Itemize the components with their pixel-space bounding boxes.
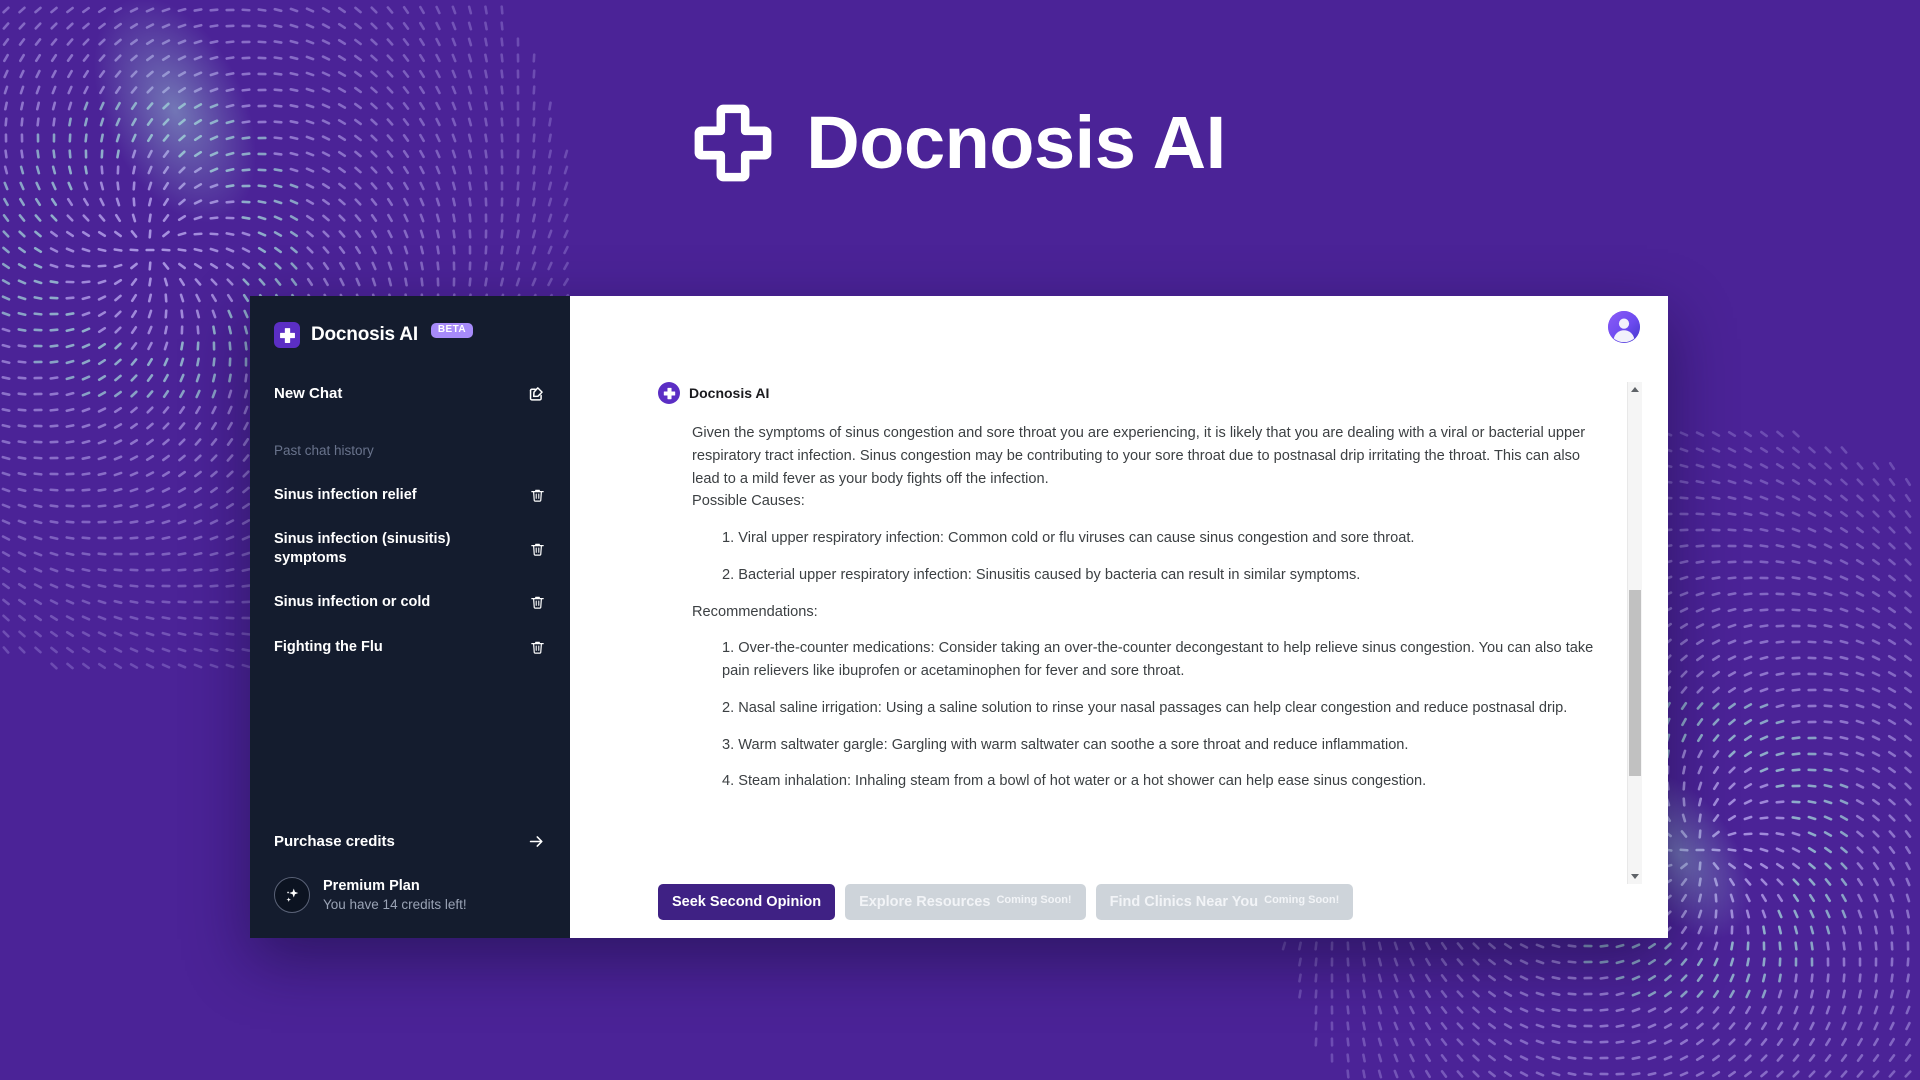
- past-chat-history-label: Past chat history: [274, 443, 374, 458]
- hero-header: Docnosis AI: [0, 104, 1920, 182]
- sidebar-brand-name: Docnosis AI: [311, 324, 418, 345]
- recommendation-item: 3. Warm saltwater gargle: Gargling with …: [722, 736, 1409, 753]
- sidebar-brand: Docnosis AI BETA: [274, 322, 546, 348]
- scroll-down-arrow-icon[interactable]: [1628, 869, 1642, 884]
- trash-icon[interactable]: [529, 639, 546, 656]
- scrollbar-thumb[interactable]: [1629, 590, 1641, 776]
- beta-badge: BETA: [430, 323, 473, 338]
- main-topbar: [570, 296, 1668, 358]
- medical-cross-icon: [658, 382, 680, 404]
- chat-area: Docnosis AI Given the symptoms of sinus …: [570, 358, 1668, 884]
- trash-icon[interactable]: [529, 541, 546, 558]
- new-chat-label: New Chat: [274, 385, 343, 402]
- history-item-title: Sinus infection relief: [274, 487, 417, 503]
- message-body: Given the symptoms of sinus congestion a…: [658, 422, 1610, 793]
- coming-soon-badge: Coming Soon!: [996, 893, 1072, 906]
- explore-resources-button[interactable]: Explore Resources Coming Soon!: [845, 883, 1086, 920]
- main-panel: Docnosis AI Given the symptoms of sinus …: [570, 296, 1668, 938]
- scroll-up-arrow-icon[interactable]: [1628, 382, 1642, 397]
- seek-second-opinion-button[interactable]: Seek Second Opinion: [658, 883, 836, 920]
- trash-icon[interactable]: [529, 594, 546, 611]
- list-item[interactable]: Sinus infection relief: [274, 478, 546, 513]
- message-header: Docnosis AI: [658, 382, 1610, 404]
- page-title: Docnosis AI: [806, 101, 1226, 184]
- plan-credits: You have 14 credits left!: [323, 896, 467, 912]
- app-window: Docnosis AI BETA New Chat Past chat hist…: [250, 296, 1668, 938]
- history-item-title: Sinus infection or cold: [274, 594, 431, 611]
- history-item-title: Sinus infection (sinusitis) symptoms: [274, 531, 451, 567]
- plan-text-group: Premium Plan You have 14 credits left!: [323, 877, 467, 914]
- edit-square-pencil-icon[interactable]: [527, 384, 546, 403]
- possible-causes-heading: Possible Causes:: [692, 493, 805, 510]
- chat-scroll-container: Docnosis AI Given the symptoms of sinus …: [570, 358, 1668, 884]
- page-root: Docnosis AI Docnosis AI BETA New Chat Pa…: [0, 0, 1920, 1080]
- plan-name: Premium Plan: [323, 877, 420, 894]
- message-intro: Given the symptoms of sinus congestion a…: [692, 425, 1586, 487]
- list-item[interactable]: Sinus infection (sinusitis) symptoms: [274, 522, 546, 576]
- arrow-right-icon[interactable]: [527, 832, 546, 851]
- list-item[interactable]: Fighting the Flu: [274, 630, 546, 665]
- message-author: Docnosis AI: [689, 385, 770, 401]
- medical-cross-icon: [694, 104, 772, 182]
- sidebar-item-new-chat[interactable]: New Chat: [274, 384, 546, 403]
- cause-item: 1. Viral upper respiratory infection: Co…: [722, 530, 1415, 547]
- recommendations-heading: Recommendations:: [692, 603, 818, 620]
- history-item-title: Fighting the Flu: [274, 638, 383, 655]
- purchase-credits-label: Purchase credits: [274, 832, 395, 850]
- sidebar: Docnosis AI BETA New Chat Past chat hist…: [250, 296, 570, 938]
- recommendation-item: 4. Steam inhalation: Inhaling steam from…: [722, 773, 1427, 790]
- button-label: Find Clinics Near You: [1109, 893, 1259, 910]
- chat-history-list: Sinus infection relief Sinus infection (…: [274, 478, 546, 674]
- premium-plan-card[interactable]: Premium Plan You have 14 credits left!: [274, 877, 546, 914]
- trash-icon[interactable]: [529, 487, 546, 504]
- list-item[interactable]: Sinus infection or cold: [274, 585, 546, 620]
- sparkle-icon: [274, 877, 310, 914]
- button-label: Seek Second Opinion: [672, 893, 822, 910]
- recommendation-item: 1. Over-the-counter medications: Conside…: [722, 640, 1594, 680]
- find-clinics-near-you-button[interactable]: Find Clinics Near You Coming Soon!: [1095, 883, 1354, 920]
- cause-item: 2. Bacterial upper respiratory infection…: [722, 566, 1361, 583]
- user-avatar-icon[interactable]: [1608, 311, 1640, 343]
- coming-soon-badge: Coming Soon!: [1264, 893, 1340, 906]
- vertical-scrollbar[interactable]: [1627, 382, 1642, 884]
- action-button-row: Seek Second Opinion Explore Resources Co…: [570, 883, 1668, 938]
- button-label: Explore Resources: [859, 893, 991, 910]
- sidebar-item-purchase-credits[interactable]: Purchase credits: [274, 832, 546, 851]
- recommendation-item: 2. Nasal saline irrigation: Using a sali…: [722, 699, 1568, 716]
- medical-cross-icon: [274, 322, 300, 348]
